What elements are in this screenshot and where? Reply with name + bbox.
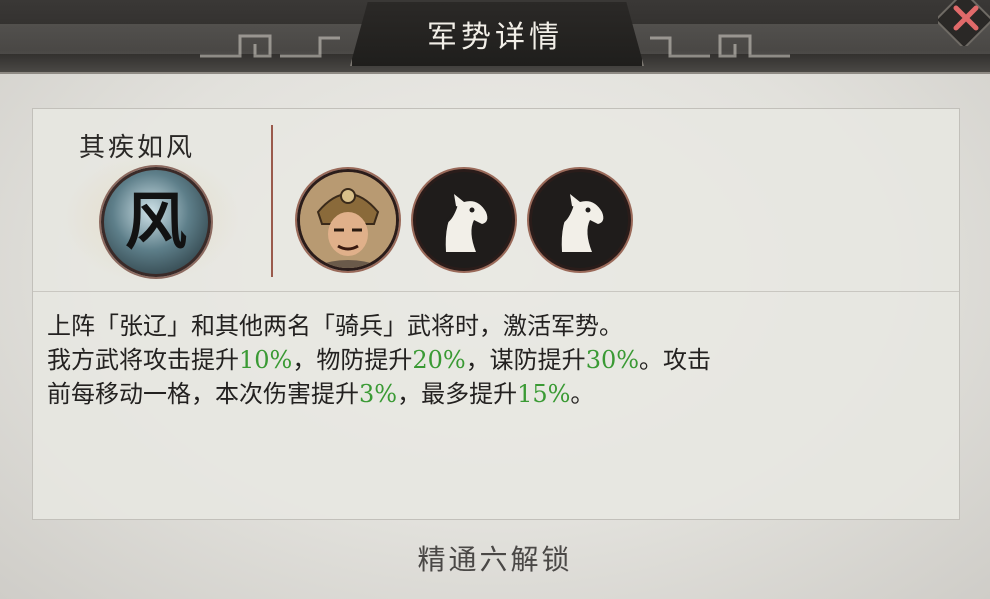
horse-head-icon <box>445 194 488 252</box>
fret-ornament-right-icon <box>650 34 790 58</box>
desc-line-1: 上阵「张辽」和其他两名「骑兵」武将时，激活军势。 <box>47 312 623 340</box>
close-icon[interactable] <box>938 0 990 46</box>
horse-head-icon <box>561 194 604 252</box>
strategy-defense-value: 30% <box>585 346 640 374</box>
general-portrait-zhang-liao[interactable] <box>297 169 399 271</box>
desc-line-2: 我方武将攻击提升10%，物防提升20%，谋防提升30%。攻击 <box>47 343 947 377</box>
composition-area: 其疾如风 风 <box>33 109 959 291</box>
page-title: 军势详情 <box>427 20 563 55</box>
cavalry-slot-1[interactable] <box>413 169 515 271</box>
desc-text: 。 <box>570 380 595 408</box>
desc-line-3: 前每移动一格，本次伤害提升3%，最多提升15%。 <box>47 377 947 411</box>
wind-emblem-icon: 风 <box>101 167 211 277</box>
fret-ornament-left-icon <box>200 34 340 58</box>
attack-bonus-value: 10% <box>239 346 293 374</box>
desc-text: 。攻击 <box>639 346 712 374</box>
physical-defense-value: 20% <box>412 346 466 374</box>
header-bar: 军势详情 <box>0 0 990 74</box>
unlock-requirement: 精通六解锁 <box>417 543 573 576</box>
cavalry-slot-2[interactable] <box>529 169 631 271</box>
desc-text: 前每移动一格，本次伤害提升 <box>47 380 359 408</box>
desc-text: ，最多提升 <box>397 380 518 408</box>
max-bonus-value: 15% <box>517 380 571 408</box>
portrait-icon <box>300 172 396 268</box>
vertical-divider <box>271 125 273 277</box>
skill-emblem-glyph: 风 <box>124 185 187 258</box>
per-move-bonus-value: 3% <box>359 380 398 408</box>
desc-text: ，物防提升 <box>292 346 413 374</box>
skill-name: 其疾如风 <box>79 133 196 163</box>
desc-text: ，谋防提升 <box>465 346 586 374</box>
detail-panel: 其疾如风 风 上阵「张辽」和其他两名「骑兵」武将时，激活军势。 我方武将攻击提升… <box>32 108 960 520</box>
desc-text: 我方武将攻击提升 <box>47 346 239 374</box>
section-separator <box>33 291 959 292</box>
effect-description: 上阵「张辽」和其他两名「骑兵」武将时，激活军势。 我方武将攻击提升10%，物防提… <box>47 309 947 411</box>
